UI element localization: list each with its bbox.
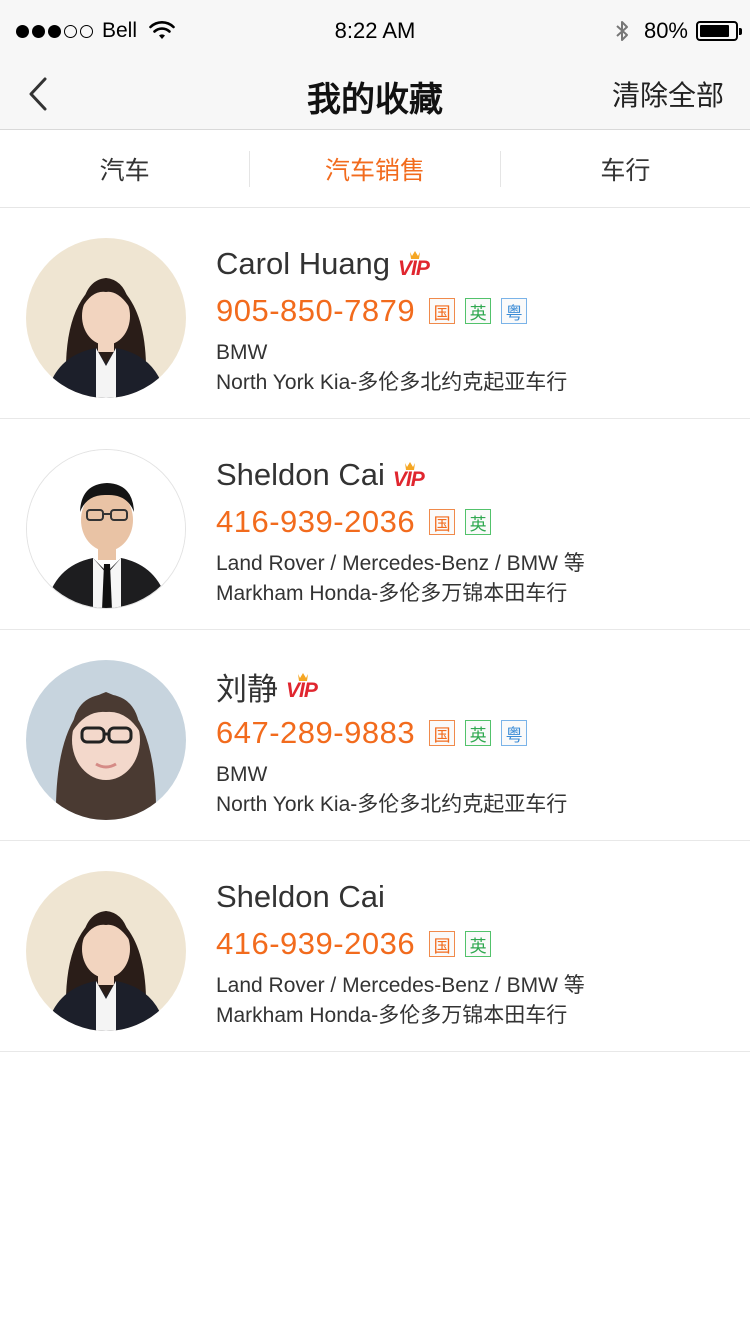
lang-badge-mandarin: 国 bbox=[429, 720, 456, 746]
contact-card[interactable]: 刘静 VIP 647-289-9883 国 英 粤 BMW North York… bbox=[0, 630, 750, 841]
contact-name: Sheldon Cai bbox=[216, 879, 385, 914]
lang-badge-mandarin: 国 bbox=[429, 931, 456, 957]
contact-name: Sheldon Cai bbox=[216, 457, 385, 492]
lang-badge-cantonese: 粤 bbox=[501, 720, 528, 746]
contact-card[interactable]: Carol Huang VIP 905-850-7879 国 英 粤 BMW N… bbox=[0, 208, 750, 419]
tab-bar: 汽车 汽车销售 车行 bbox=[0, 131, 750, 208]
vip-badge: VIP bbox=[392, 460, 427, 491]
avatar[interactable] bbox=[26, 660, 186, 820]
vip-badge: VIP bbox=[286, 671, 320, 702]
dealer: North York Kia-多伦多北约克起亚车行 bbox=[216, 371, 568, 394]
avatar[interactable] bbox=[26, 238, 186, 398]
favorites-list: Carol Huang VIP 905-850-7879 国 英 粤 BMW N… bbox=[0, 208, 750, 1052]
phone-row: 416-939-2036 国 英 bbox=[216, 921, 585, 967]
vip-label: VIP bbox=[286, 679, 318, 702]
tab-cars[interactable]: 汽车 bbox=[0, 131, 249, 207]
phone-number[interactable]: 416-939-2036 bbox=[216, 504, 415, 540]
brands: Land Rover / Mercedes-Benz / BMW 等 bbox=[216, 974, 585, 997]
contact-name: 刘静 bbox=[216, 671, 278, 707]
status-bar: Bell 8:22 AM 80% bbox=[0, 0, 750, 62]
contact-card[interactable]: Sheldon Cai VIP 416-939-2036 国 英 Land Ro… bbox=[0, 419, 750, 630]
dealer: Markham Honda-多伦多万锦本田车行 bbox=[216, 582, 568, 605]
vip-badge: VIP bbox=[398, 249, 432, 280]
lang-badge-english: 英 bbox=[465, 298, 492, 324]
man-avatar-icon bbox=[27, 450, 185, 608]
lang-badge-cantonese: 粤 bbox=[501, 298, 528, 324]
battery-percent: 80% bbox=[643, 18, 688, 43]
brands: BMW bbox=[216, 763, 268, 786]
status-right: 80% bbox=[614, 18, 742, 44]
vip-label: VIP bbox=[392, 468, 425, 491]
contact-info: Carol Huang VIP 905-850-7879 国 英 粤 BMW N… bbox=[216, 242, 567, 398]
contact-info: 刘静 VIP 647-289-9883 国 英 粤 BMW North York… bbox=[216, 664, 567, 820]
clear-all-button[interactable]: 清除全部 bbox=[612, 74, 724, 114]
avatar[interactable] bbox=[26, 449, 186, 609]
lang-badge-mandarin: 国 bbox=[429, 298, 456, 324]
name-row: Sheldon Cai bbox=[216, 875, 585, 919]
lang-badge-english: 英 bbox=[465, 931, 492, 957]
battery-icon bbox=[696, 21, 742, 41]
phone-row: 647-289-9883 国 英 粤 bbox=[216, 710, 567, 756]
phone-number[interactable]: 905-850-7879 bbox=[216, 293, 415, 329]
lang-badge-mandarin: 国 bbox=[429, 509, 456, 535]
dealer: North York Kia-多伦多北约克起亚车行 bbox=[216, 793, 568, 816]
vip-label: VIP bbox=[398, 257, 430, 280]
brands: Land Rover / Mercedes-Benz / BMW 等 bbox=[216, 552, 585, 575]
nav-bar: 我的收藏 清除全部 bbox=[0, 62, 750, 130]
contact-card[interactable]: Sheldon Cai 416-939-2036 国 英 Land Rover … bbox=[0, 841, 750, 1052]
name-row: Sheldon Cai VIP bbox=[216, 453, 585, 497]
phone-row: 905-850-7879 国 英 粤 bbox=[216, 288, 567, 334]
name-row: Carol Huang VIP bbox=[216, 242, 567, 286]
phone-number[interactable]: 647-289-9883 bbox=[216, 715, 415, 751]
contact-info: Sheldon Cai VIP 416-939-2036 国 英 Land Ro… bbox=[216, 453, 585, 609]
dealer: Markham Honda-多伦多万锦本田车行 bbox=[216, 1004, 568, 1027]
lang-badge-english: 英 bbox=[465, 509, 492, 535]
phone-row: 416-939-2036 国 英 bbox=[216, 499, 585, 545]
woman-avatar-icon bbox=[26, 238, 186, 398]
contact-info: Sheldon Cai 416-939-2036 国 英 Land Rover … bbox=[216, 875, 585, 1031]
phone-number[interactable]: 416-939-2036 bbox=[216, 926, 415, 962]
tab-dealers[interactable]: 车行 bbox=[501, 131, 750, 207]
bluetooth-icon bbox=[616, 21, 628, 41]
name-row: 刘静 VIP bbox=[216, 664, 567, 708]
brands: BMW bbox=[216, 341, 268, 364]
woman-glasses-avatar-icon bbox=[26, 660, 186, 820]
contact-name: Carol Huang bbox=[216, 246, 391, 281]
lang-badge-english: 英 bbox=[465, 720, 492, 746]
tab-car-sales[interactable]: 汽车销售 bbox=[250, 131, 499, 207]
woman-avatar-icon bbox=[26, 871, 186, 1031]
avatar[interactable] bbox=[26, 871, 186, 1031]
